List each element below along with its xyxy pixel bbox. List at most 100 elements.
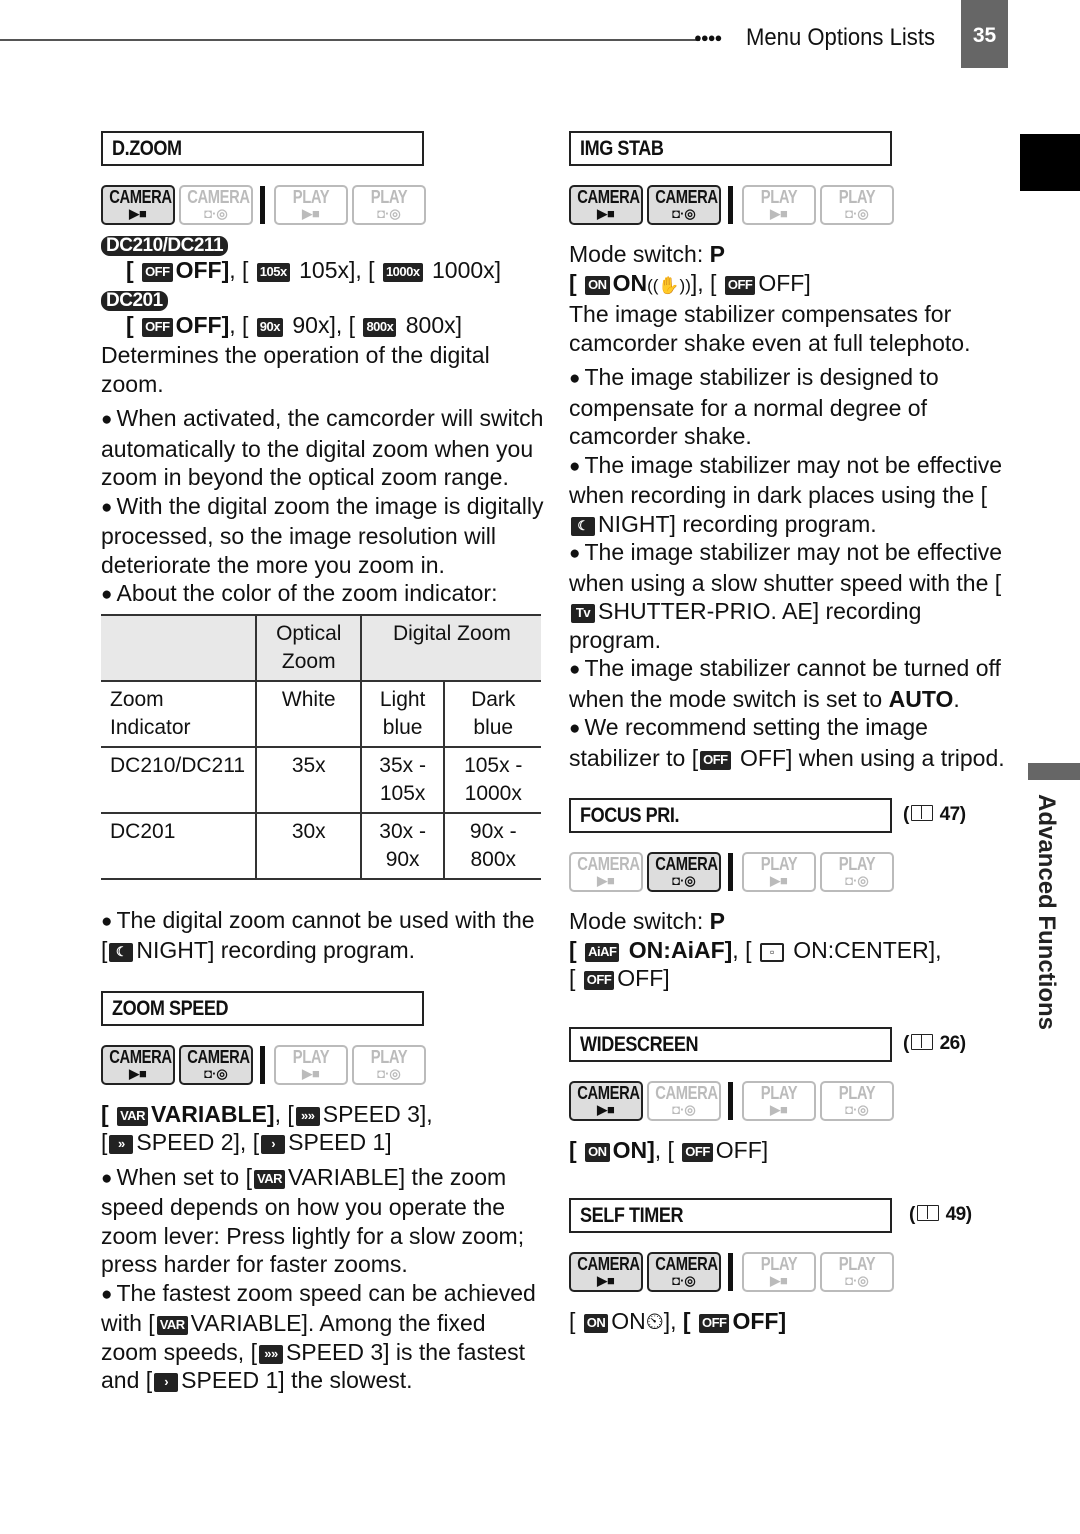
- on-icon: ON: [583, 1314, 609, 1333]
- bullet: The digital zoom cannot be used with the…: [101, 906, 546, 965]
- self-timer-section: SELF TIMER ( 49) CAMERA ▶■ CAMERA ◘·◎ PLAY…: [569, 1198, 1014, 1336]
- book-icon: [916, 1205, 939, 1221]
- table-cell: 35x - 105x: [359, 745, 444, 813]
- mode-separator: [728, 1081, 733, 1120]
- table-header-row: Optical Zoom Digital Zoom: [101, 613, 541, 681]
- mode-camera-still: CAMERA ◘·◎: [647, 1252, 721, 1292]
- self-timer-icon: ⏲: [645, 1308, 664, 1334]
- page-reference[interactable]: ( 26): [903, 1033, 966, 1055]
- description: The image stabilizer compensates for cam…: [569, 301, 971, 356]
- chapter-tab-marker: [1020, 134, 1080, 191]
- tv-mode-icon: Tv: [571, 604, 595, 623]
- mode-separator: [728, 853, 733, 891]
- mode-camera-still: CAMERA ◘·◎: [647, 852, 721, 892]
- table-cell: DC210/DC211: [101, 745, 256, 813]
- stabilizer-hand-icon: ((✋)): [647, 275, 691, 295]
- mode-indicators: CAMERA ▶■ CAMERA ◘·◎ PLAY ▶■ PLAY ◘·◎: [569, 851, 1014, 893]
- header-rule: [0, 39, 700, 41]
- movie-camera-icon: ▶■: [597, 873, 615, 888]
- table-header-cell: [101, 613, 256, 681]
- mode-play-movie: PLAY ▶■: [742, 185, 816, 225]
- mode-play-movie: PLAY ▶■: [742, 1252, 816, 1292]
- still-camera-icon: ◘·◎: [377, 1065, 401, 1081]
- description: Determines the operation of the digital …: [101, 342, 490, 397]
- zoom-90x-icon: 90x: [256, 317, 283, 337]
- zoom-1000x-icon: 1000x: [382, 263, 423, 282]
- mode-switch: Mode switch: P: [569, 241, 725, 267]
- mode-separator: [728, 186, 733, 224]
- speed2-icon: »: [109, 1135, 134, 1154]
- still-camera-icon: ◘·◎: [672, 1101, 696, 1117]
- on-icon: ON: [585, 275, 610, 295]
- table-cell: White: [254, 679, 361, 747]
- table-cell: 30x - 90x: [359, 811, 444, 880]
- mode-camera-still: CAMERA ◘·◎: [179, 185, 253, 225]
- movie-camera-icon: ▶■: [770, 873, 788, 888]
- table-cell: 105x - 1000x: [442, 745, 541, 813]
- table-cell: 30x: [254, 811, 361, 880]
- speed1-icon: ›: [261, 1135, 286, 1154]
- page-reference[interactable]: ( 49): [909, 1204, 972, 1226]
- movie-camera-icon: ▶■: [770, 206, 788, 221]
- table-cell: Light blue: [359, 679, 444, 747]
- model-badge: DC201: [101, 290, 168, 311]
- still-camera-icon: ◘·◎: [845, 873, 869, 888]
- off-icon: OFF: [682, 1142, 713, 1162]
- mode-camera-movie: CAMERA ▶■: [101, 1044, 175, 1085]
- speed3-icon: »»: [258, 1344, 283, 1364]
- book-icon: [910, 1033, 933, 1050]
- movie-camera-icon: ▶■: [597, 1273, 615, 1288]
- section-title: ZOOM SPEED: [101, 990, 424, 1026]
- off-icon: OFF: [724, 275, 756, 295]
- still-camera-icon: ◘·◎: [204, 206, 228, 221]
- mode-play-movie: PLAY ▶■: [742, 852, 816, 892]
- mode-play-still: PLAY ◘·◎: [352, 185, 426, 225]
- section-title: IMG STAB: [569, 131, 892, 166]
- mode-play-still: PLAY ◘·◎: [820, 1080, 894, 1121]
- zoom-speed-section: ZOOM SPEED CAMERA ▶■ CAMERA ◘·◎ PLAY ▶■ PLA…: [101, 990, 546, 1395]
- bullet: About the color of the zoom indicator:: [101, 579, 546, 610]
- var-icon: VAR: [117, 1106, 149, 1126]
- section-title: SELF TIMER ( 49): [569, 1198, 972, 1233]
- mode-play-still: PLAY ◘·◎: [820, 185, 894, 225]
- movie-camera-icon: ▶■: [129, 206, 147, 221]
- off-icon: OFF: [698, 1314, 730, 1333]
- mode-play-still: PLAY ◘·◎: [820, 852, 894, 892]
- zoom-800x-icon: 800x: [363, 317, 397, 337]
- center-frame-icon: ▫: [759, 942, 784, 962]
- still-camera-icon: ◘·◎: [204, 1065, 228, 1081]
- movie-camera-icon: ▶■: [597, 1101, 615, 1117]
- off-icon: OFF: [142, 263, 173, 282]
- mode-play-movie: PLAY ▶■: [274, 185, 348, 225]
- option-list: [ ON ON⏲], [ OFF OFF]: [569, 1308, 787, 1334]
- mode-indicators: CAMERA ▶■ CAMERA ◘·◎ PLAY ▶■ PLAY ◘·◎: [101, 1044, 546, 1086]
- still-camera-icon: ◘·◎: [845, 1273, 869, 1288]
- section-title: WIDESCREEN ( 26): [569, 1026, 966, 1062]
- on-icon: ON: [585, 1142, 610, 1162]
- still-camera-icon: ◘·◎: [845, 206, 869, 221]
- movie-camera-icon: ▶■: [770, 1101, 788, 1117]
- zoom-105x-icon: 105x: [256, 263, 290, 282]
- off-icon: OFF: [700, 750, 731, 770]
- chapter-label: Advanced Functions: [1033, 794, 1060, 1031]
- option-list: [ AiAF ON:AiAF], [ ▫ ON:CENTER], [ OFF OF…: [569, 936, 942, 992]
- still-camera-icon: ◘·◎: [672, 206, 696, 221]
- movie-camera-icon: ▶■: [770, 1273, 788, 1288]
- movie-camera-icon: ▶■: [597, 206, 615, 221]
- still-camera-icon: ◘·◎: [672, 1273, 696, 1288]
- mode-play-movie: PLAY ▶■: [274, 1044, 348, 1085]
- mode-camera-still: CAMERA ◘·◎: [179, 1044, 253, 1085]
- mode-indicators: CAMERA ▶■ CAMERA ◘·◎ PLAY ▶■ PLAY ◘·◎: [569, 184, 1014, 226]
- mode-indicators: CAMERA ▶■ CAMERA ◘·◎ PLAY ▶■ PLAY ◘·◎: [569, 1080, 1014, 1122]
- dzoom-section: D.ZOOM CAMERA ▶■ CAMERA ◘·◎ PLAY ▶■ PLAY ◘·◎…: [101, 131, 546, 965]
- section-title: FOCUS PRI. ( 47): [569, 798, 966, 833]
- page-reference[interactable]: ( 47): [903, 804, 966, 826]
- bullet: We recommend setting the image stabilize…: [569, 713, 1014, 772]
- zoom-indicator-table: Optical Zoom Digital Zoom Zoom Indicator…: [101, 613, 541, 880]
- table-cell: 90x - 800x: [442, 811, 541, 880]
- table-row: DC210/DC211 35x 35x - 105x 105x - 1000x: [101, 745, 541, 813]
- mode-camera-still: CAMERA ◘·◎: [647, 185, 721, 225]
- right-column: IMG STAB CAMERA ▶■ CAMERA ◘·◎ PLAY ▶■ PLAY ◘…: [569, 131, 1014, 1336]
- var-icon: VAR: [254, 1169, 285, 1189]
- section-title: D.ZOOM: [101, 131, 424, 166]
